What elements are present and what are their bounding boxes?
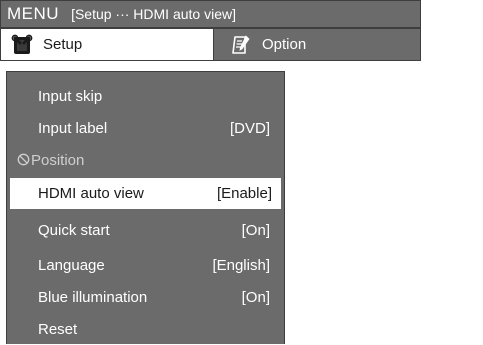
setup-menu-panel: Input skip Input label [DVD] Position HD… — [6, 71, 285, 344]
menu-item-hdmi-auto-view[interactable]: HDMI auto view [Enable] — [10, 178, 281, 209]
prohibited-icon — [17, 153, 30, 166]
menu-item-value: [DVD] — [229, 119, 270, 137]
menu-item-label: Quick start — [38, 221, 110, 239]
menu-item-quick-start[interactable]: Quick start [On] — [7, 214, 284, 246]
menu-item-label: Position — [31, 151, 85, 169]
menu-tabs: Setup Option — [0, 28, 421, 61]
menu-item-label-group: Position — [17, 152, 84, 169]
menu-item-value: [Enable] — [216, 185, 272, 202]
tab-option-label: Option — [262, 36, 307, 53]
menu-item-language[interactable]: Language [English] — [7, 249, 284, 281]
breadcrumb: [Setup ··· HDMI auto view] — [71, 6, 236, 22]
menu-item-blue-illumination[interactable]: Blue illumination [On] — [7, 281, 284, 313]
menu-item-input-label[interactable]: Input label [DVD] — [7, 112, 284, 144]
menu-item-label: Language — [38, 256, 105, 274]
tab-setup-label: Setup — [43, 36, 83, 53]
menu-item-position: Position — [7, 144, 284, 176]
wrench-icon — [11, 34, 33, 56]
tab-option[interactable]: Option — [214, 28, 421, 61]
tab-setup[interactable]: Setup — [0, 28, 214, 61]
menu-item-label: Blue illumination — [38, 288, 148, 306]
menu-item-reset[interactable]: Reset — [7, 313, 284, 345]
menu-item-label: Input label — [38, 119, 108, 137]
menu-item-label: Input skip — [38, 87, 103, 105]
menu-title: MENU — [7, 4, 60, 23]
menu-item-value: [On] — [241, 288, 270, 306]
menu-item-label: Reset — [38, 320, 78, 338]
memo-pen-icon — [230, 34, 252, 56]
menu-title-bar: MENU [Setup ··· HDMI auto view] — [0, 0, 421, 28]
menu-item-value: [English] — [212, 256, 270, 274]
menu-item-value: [On] — [241, 221, 270, 239]
menu-item-label: HDMI auto view — [38, 185, 144, 202]
menu-item-input-skip[interactable]: Input skip — [7, 80, 284, 112]
